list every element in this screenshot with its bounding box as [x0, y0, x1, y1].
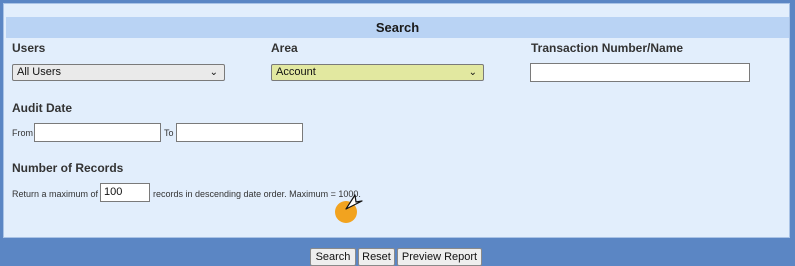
to-label: To [164, 128, 174, 138]
max-records-input[interactable]: 100 [100, 183, 150, 202]
search-panel: Search Users All Users ⌄ Area Account ⌄ … [3, 3, 790, 266]
audit-date-label: Audit Date [12, 101, 72, 115]
search-button[interactable]: Search [310, 248, 356, 266]
users-select[interactable]: All Users ⌄ [12, 64, 225, 81]
panel-title: Search [6, 17, 789, 38]
area-select[interactable]: Account ⌄ [271, 64, 484, 81]
chevron-down-icon: ⌄ [468, 67, 477, 78]
area-select-value: Account [276, 66, 316, 78]
records-label: Number of Records [12, 161, 124, 175]
transaction-label: Transaction Number/Name [531, 41, 684, 55]
area-label: Area [271, 41, 298, 55]
users-select-value: All Users [17, 66, 62, 78]
from-label: From [12, 128, 33, 138]
reset-button[interactable]: Reset [358, 248, 395, 266]
users-label: Users [12, 41, 46, 55]
to-date-input[interactable] [176, 123, 303, 142]
chevron-down-icon: ⌄ [209, 67, 218, 78]
preview-report-button[interactable]: Preview Report [397, 248, 482, 266]
from-date-input[interactable] [34, 123, 161, 142]
records-prefix: Return a maximum of [12, 189, 99, 199]
pointer-cursor-icon [345, 194, 363, 210]
records-suffix: records in descending date order. Maximu… [153, 189, 361, 199]
transaction-input[interactable] [530, 63, 750, 82]
